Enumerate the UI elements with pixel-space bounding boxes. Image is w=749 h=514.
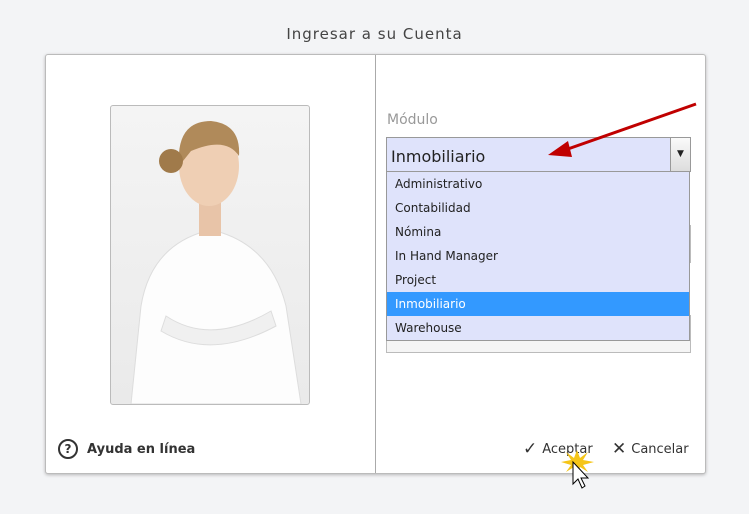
red-arrow-annotation: [548, 102, 697, 157]
annotation-overlay: [548, 102, 697, 489]
